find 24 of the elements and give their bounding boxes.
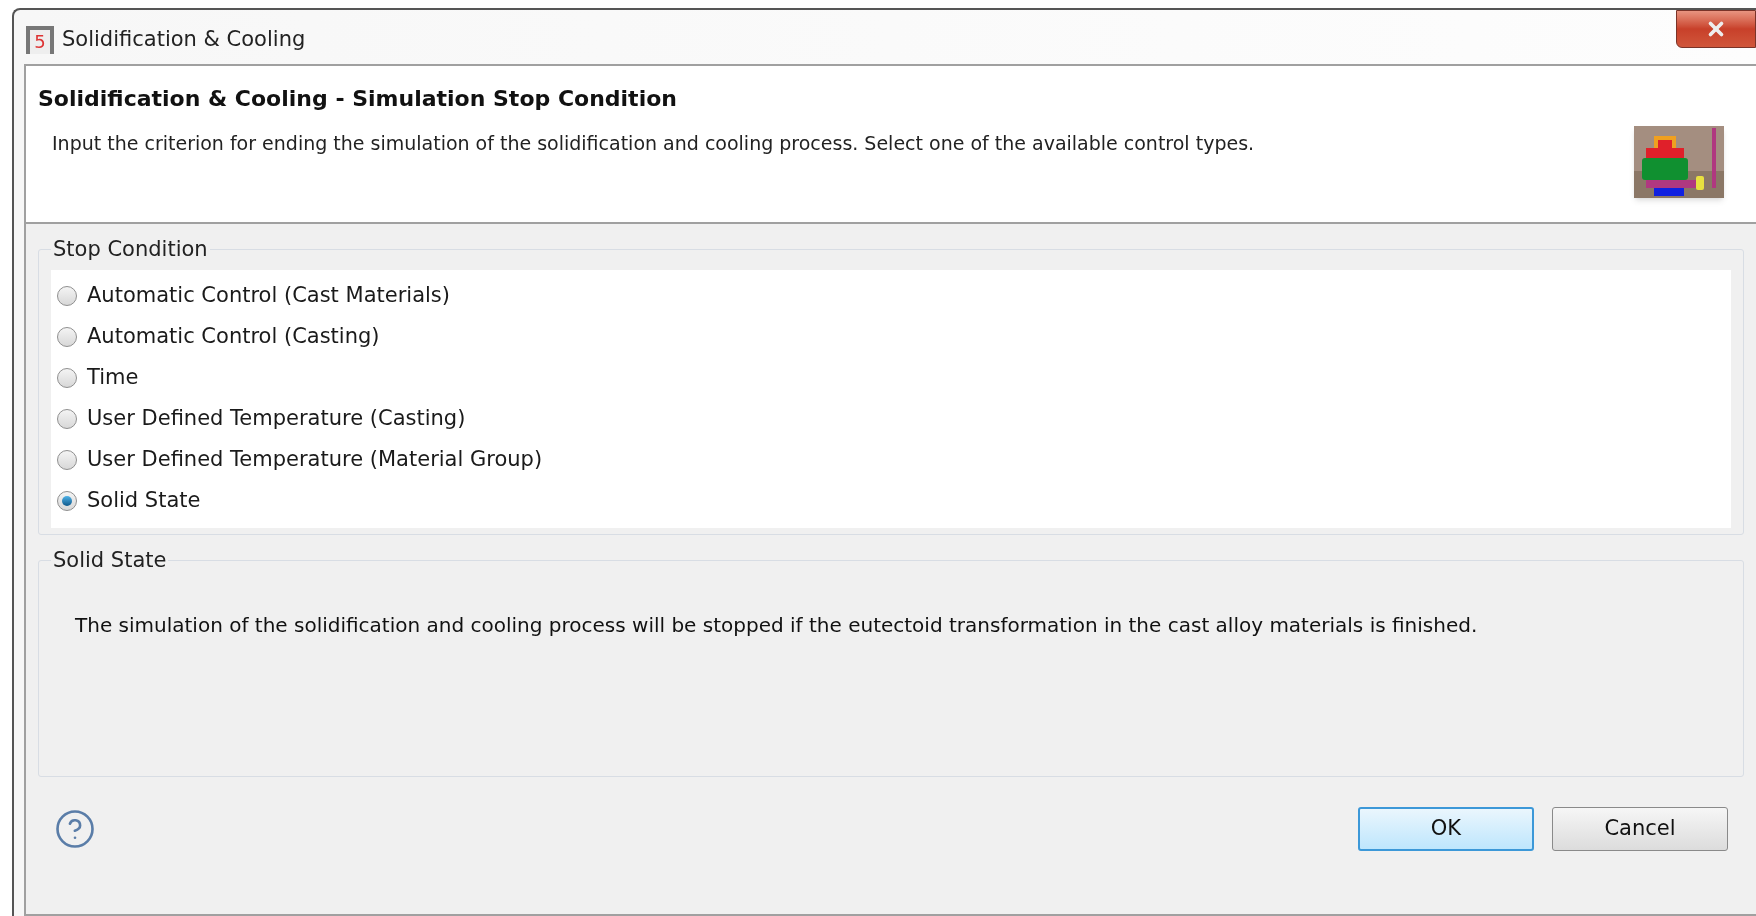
radio-option[interactable]: Time xyxy=(51,357,145,399)
radio-button[interactable] xyxy=(57,450,77,470)
cancel-button[interactable]: Cancel xyxy=(1552,806,1728,851)
group-label: Stop Condition xyxy=(52,236,209,263)
radio-option[interactable]: Automatic Control (Cast Materials) xyxy=(51,275,456,317)
help-icon[interactable] xyxy=(54,807,96,850)
radio-option[interactable]: Solid State xyxy=(51,480,207,522)
ok-button[interactable]: OK xyxy=(1358,806,1534,851)
app-logo: 5 xyxy=(26,25,54,54)
description-text: The simulation of the solidification and cooling process will be stopped if the eutectoid transformation in the cast alloy materials is finished. xyxy=(75,612,1479,639)
banner-title: Solidification & Cooling - Simulation Stop Condition xyxy=(38,85,678,113)
casting-process-icon xyxy=(1634,126,1724,198)
radio-button[interactable] xyxy=(57,327,77,347)
radio-button[interactable] xyxy=(57,491,77,511)
radio-option[interactable]: User Defined Temperature (Material Group) xyxy=(51,439,549,481)
radio-button[interactable] xyxy=(57,368,77,388)
radio-button[interactable] xyxy=(57,409,77,429)
radio-button[interactable] xyxy=(57,286,77,306)
radio-option[interactable]: Automatic Control (Casting) xyxy=(51,316,386,358)
radio-option[interactable]: User Defined Temperature (Casting) xyxy=(51,398,472,440)
close-button[interactable] xyxy=(1676,10,1756,48)
banner-description: Input the criterion for ending the simulation of the solidification and cooling process. Select one of the available control types. xyxy=(51,131,1256,156)
window-title: Solidification & Cooling xyxy=(62,26,306,53)
group-label: Solid State xyxy=(52,546,168,574)
